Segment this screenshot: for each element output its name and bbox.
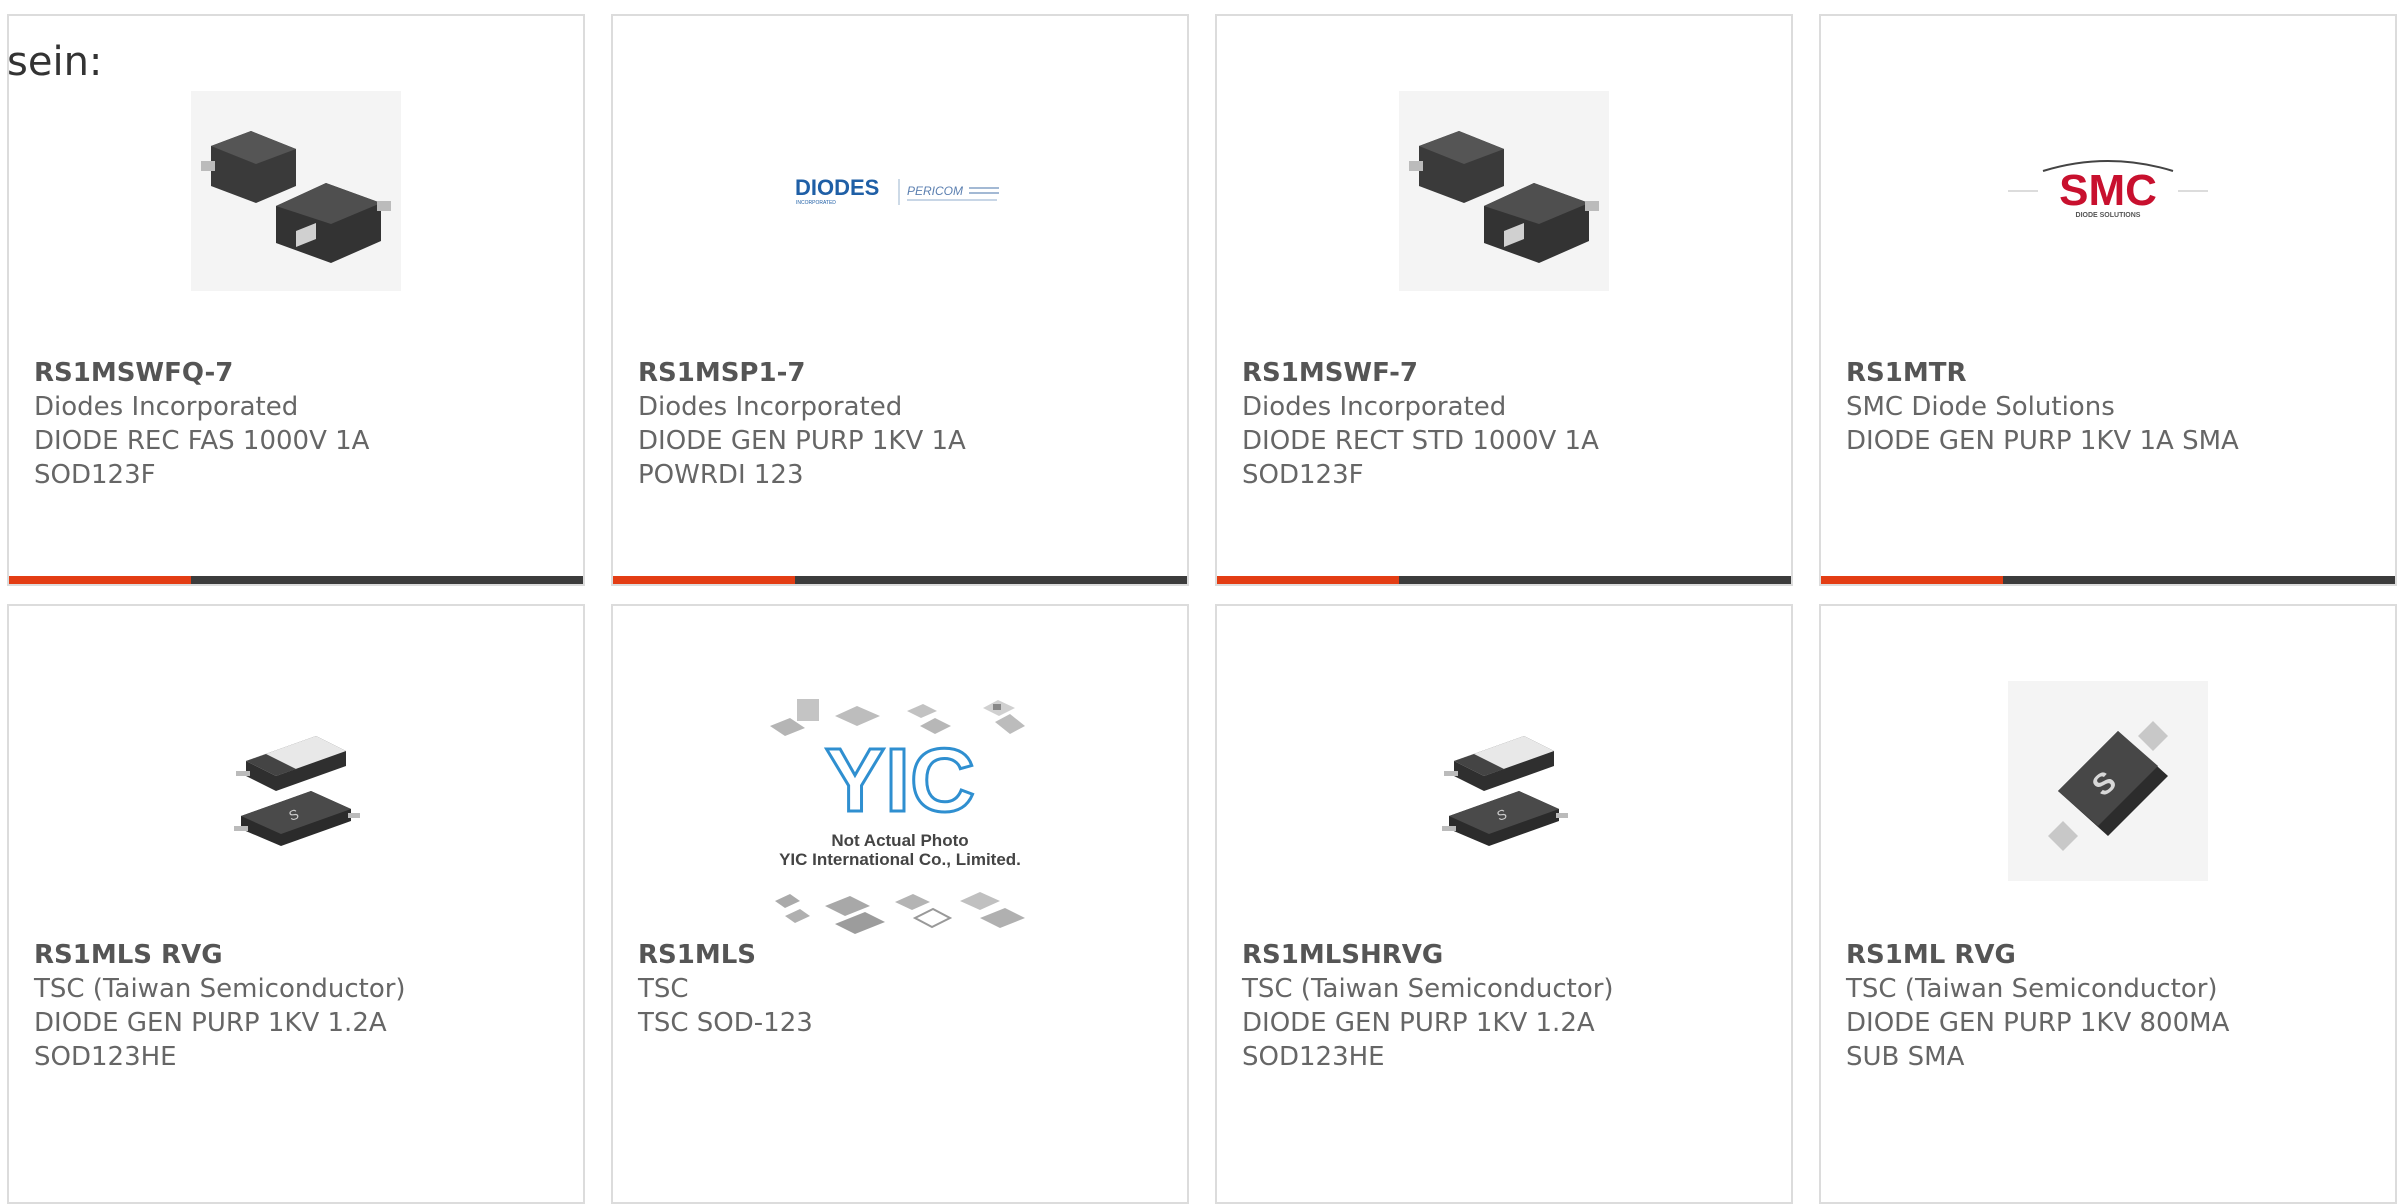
yic-not-actual-photo: YIC Not Actual Photo YIC International C… (770, 699, 1025, 934)
diodes-pericom-logo: DIODES INCORPORATED PERICOM (795, 175, 999, 206)
product-image[interactable] (9, 76, 583, 306)
svg-text:YIC: YIC (825, 731, 975, 831)
description: DIODE GEN PURP 1KV 800MA (1846, 1008, 2230, 1038)
card-bar-accent (9, 576, 191, 584)
sub-sma-package-icon: S (2008, 681, 2208, 881)
product-image[interactable]: YIC Not Actual Photo YIC International C… (613, 696, 1187, 936)
product-card[interactable]: SMC DIODE SOLUTIONS RS1MTR SMC Diode Sol… (1819, 14, 2397, 586)
package: POWRDI 123 (638, 460, 804, 490)
card-bar (9, 576, 583, 584)
svg-text:PERICOM: PERICOM (907, 184, 963, 198)
intro-text: sein: (7, 39, 103, 85)
card-bar (1217, 576, 1791, 584)
product-image[interactable] (1217, 76, 1791, 306)
sod123he-package-icon: S (234, 736, 360, 846)
manufacturer: Diodes Incorporated (34, 392, 299, 422)
product-image[interactable]: S (9, 676, 583, 906)
card-bar (613, 576, 1187, 584)
svg-text:SMC: SMC (2059, 166, 2157, 215)
card-bar-accent (613, 576, 795, 584)
manufacturer: Diodes Incorporated (1242, 392, 1507, 422)
part-number-link[interactable]: RS1MSWFQ-7 (34, 356, 563, 390)
manufacturer: TSC (Taiwan Semiconductor) (1846, 974, 2218, 1004)
sod123f-package-icon (1399, 91, 1609, 291)
package: SOD123HE (1242, 1042, 1385, 1072)
product-card[interactable]: DIODES INCORPORATED PERICOM RS1MSP1-7 Di… (611, 14, 1189, 586)
part-number-link[interactable]: RS1MLS (638, 938, 1167, 972)
sod123he-package-icon: S (1442, 736, 1568, 846)
product-card[interactable]: S RS1MLSHRVG TSC (Taiwan Semiconductor) … (1215, 604, 1793, 1204)
description: TSC SOD-123 (638, 1008, 813, 1038)
manufacturer: SMC Diode Solutions (1846, 392, 2115, 422)
part-number-link[interactable]: RS1MLSHRVG (1242, 938, 1771, 972)
package: SOD123F (1242, 460, 1364, 490)
part-number-link[interactable]: RS1MTR (1846, 356, 2375, 390)
manufacturer: TSC (638, 974, 689, 1004)
package: SOD123HE (34, 1042, 177, 1072)
product-card[interactable]: S RS1MLS RVG TSC (Taiwan Semiconductor) … (7, 604, 585, 1204)
part-number-link[interactable]: RS1MSP1-7 (638, 356, 1167, 390)
description: DIODE GEN PURP 1KV 1A SMA (1846, 426, 2239, 456)
manufacturer: TSC (Taiwan Semiconductor) (1242, 974, 1614, 1004)
product-image[interactable]: S (1821, 666, 2395, 896)
card-bar (1821, 576, 2395, 584)
product-image[interactable]: SMC DIODE SOLUTIONS (1821, 76, 2395, 306)
description: DIODE GEN PURP 1KV 1.2A (1242, 1008, 1595, 1038)
package: SUB SMA (1846, 1042, 1965, 1072)
manufacturer: Diodes Incorporated (638, 392, 903, 422)
product-card[interactable]: S RS1ML RVG TSC (Taiwan Semiconductor) D… (1819, 604, 2397, 1204)
svg-text:INCORPORATED: INCORPORATED (796, 200, 836, 206)
part-number-link[interactable]: RS1MSWF-7 (1242, 356, 1771, 390)
card-bar-accent (1821, 576, 2003, 584)
svg-text:DIODE SOLUTIONS: DIODE SOLUTIONS (2076, 212, 2141, 219)
description: DIODE REC FAS 1000V 1A (34, 426, 370, 456)
part-number-link[interactable]: RS1ML RVG (1846, 938, 2375, 972)
smc-logo: SMC DIODE SOLUTIONS (2008, 160, 2208, 219)
product-card[interactable]: RS1MSWF-7 Diodes Incorporated DIODE RECT… (1215, 14, 1793, 586)
product-card[interactable]: RS1MSWFQ-7 Diodes Incorporated DIODE REC… (7, 14, 585, 586)
svg-text:DIODES: DIODES (795, 175, 879, 200)
part-number-link[interactable]: RS1MLS RVG (34, 938, 563, 972)
package: SOD123F (34, 460, 156, 490)
product-card[interactable]: YIC Not Actual Photo YIC International C… (611, 604, 1189, 1204)
sod123f-package-icon (191, 91, 401, 291)
svg-text:YIC International Co., Limited: YIC International Co., Limited. (779, 850, 1021, 869)
manufacturer: TSC (Taiwan Semiconductor) (34, 974, 406, 1004)
card-bar-accent (1217, 576, 1399, 584)
product-image[interactable]: DIODES INCORPORATED PERICOM (613, 76, 1187, 306)
description: DIODE GEN PURP 1KV 1A (638, 426, 966, 456)
description: DIODE GEN PURP 1KV 1.2A (34, 1008, 387, 1038)
description: DIODE RECT STD 1000V 1A (1242, 426, 1599, 456)
svg-text:Not Actual Photo: Not Actual Photo (831, 831, 968, 850)
product-image[interactable]: S (1217, 676, 1791, 906)
